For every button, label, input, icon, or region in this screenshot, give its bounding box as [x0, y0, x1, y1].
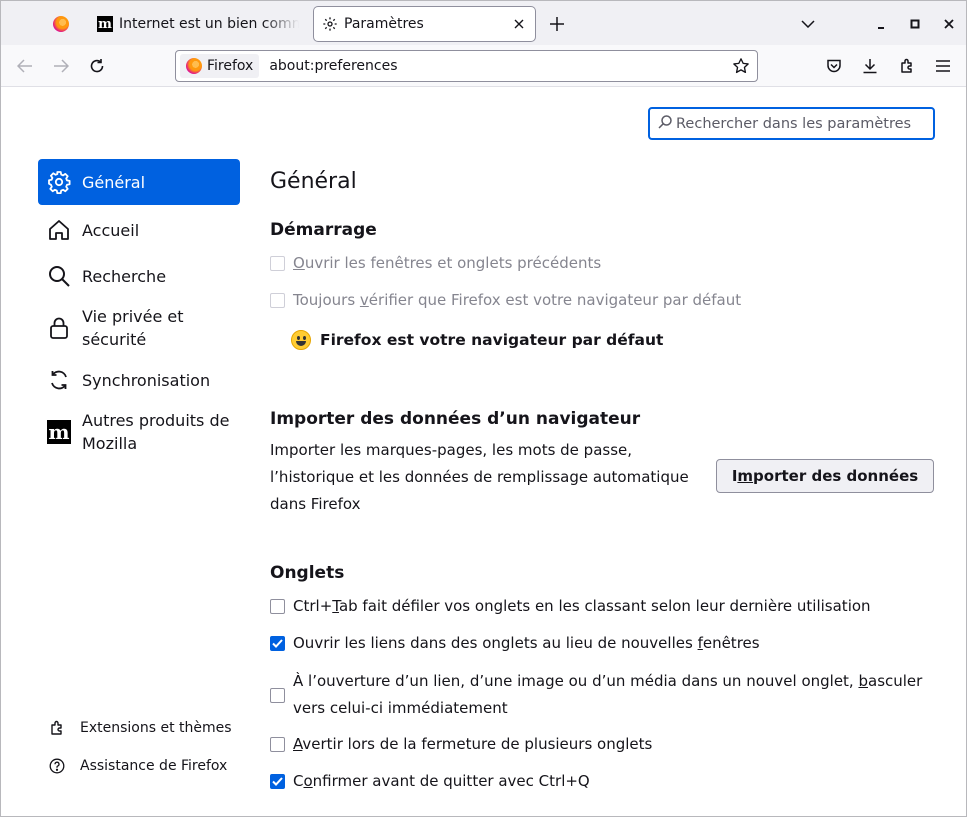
sidebar-item-label: Synchronisation [82, 370, 211, 390]
search-icon [46, 263, 72, 289]
sync-icon [46, 367, 72, 393]
check-default-checkbox-row[interactable]: Toujours vérifier que Firefox est votre … [270, 291, 741, 309]
identity-label: Firefox [207, 58, 254, 74]
tab-title: Internet est un bien commun [119, 16, 299, 32]
warn-close-checkbox[interactable] [270, 736, 285, 752]
default-browser-status: Firefox est votre navigateur par défaut [291, 330, 663, 350]
sidebar-item-label: Recherche [82, 266, 167, 286]
tab-settings[interactable]: Paramètres [314, 7, 535, 41]
search-icon [658, 114, 672, 133]
sidebar-item-label: Accueil [82, 220, 140, 240]
open-links-checkbox[interactable] [270, 635, 285, 651]
extensions-icon [48, 719, 66, 737]
firefox-icon [186, 58, 202, 74]
restore-session-checkbox[interactable] [270, 255, 285, 271]
sidebar-item-label: sécurité [82, 330, 147, 349]
url-bar[interactable]: Firefox about:preferences [175, 50, 758, 82]
warn-close-label: Avertir lors de la fermeture de plusieur… [293, 735, 653, 753]
open-links-label: Ouvrir les liens dans des onglets au lie… [293, 634, 760, 652]
default-browser-text: Firefox est votre navigateur par défaut [320, 331, 664, 349]
maximize-button[interactable] [902, 11, 928, 37]
forward-button[interactable] [47, 52, 75, 80]
ctrl-tab-checkbox-row[interactable]: Ctrl+Tab fait défiler vos onglets en les… [270, 597, 871, 615]
smiley-icon [291, 330, 311, 350]
gear-icon [322, 16, 338, 32]
download-icon[interactable] [856, 52, 884, 80]
sidebar-item-privacy[interactable]: Vie privée et sécurité [38, 299, 240, 357]
tab-strip: m Internet est un bien commun Paramètres [1, 1, 966, 45]
url-text[interactable]: about:preferences [269, 58, 729, 74]
warn-close-checkbox-row[interactable]: Avertir lors de la fermeture de plusieur… [270, 735, 652, 753]
star-icon[interactable] [729, 54, 753, 78]
home-icon [46, 217, 72, 243]
firefox-icon [53, 16, 69, 32]
tabs-heading: Onglets [270, 563, 345, 583]
sidebar-item-label: Vie privée et [82, 307, 184, 326]
check-default-checkbox[interactable] [270, 292, 285, 308]
reload-button[interactable] [83, 52, 111, 80]
category-sidebar: Général Accueil Recherche Vie privée et … [38, 159, 240, 461]
sidebar-item-label: Autres produits de [82, 411, 230, 430]
extensions-themes-label: Extensions et thèmes [80, 720, 232, 736]
switch-to-tab-checkbox[interactable] [270, 687, 285, 703]
restore-session-checkbox-row[interactable]: Ouvrir les fenêtres et onglets précédent… [270, 254, 601, 272]
import-description: Importer les marques-pages, les mots de … [270, 441, 689, 513]
switch-to-tab-label: À l’ouverture d’un lien, d’une image ou … [293, 672, 923, 717]
sidebar-footer: Extensions et thèmes Assistance de Firef… [48, 709, 248, 785]
sidebar-item-home[interactable]: Accueil [38, 207, 240, 253]
hamburger-menu-icon[interactable] [929, 52, 957, 80]
ctrl-tab-label: Ctrl+Tab fait défiler vos onglets en les… [293, 597, 871, 615]
tab-internet[interactable]: m Internet est un bien commun [91, 7, 307, 41]
settings-search[interactable] [648, 107, 935, 140]
window-close-button[interactable] [936, 11, 962, 37]
new-tab-button[interactable] [544, 11, 570, 37]
sidebar-item-search[interactable]: Recherche [38, 253, 240, 299]
startup-heading: Démarrage [270, 220, 377, 240]
close-icon[interactable] [507, 12, 531, 36]
confirm-quit-checkbox[interactable] [270, 773, 285, 789]
nav-bar: Firefox about:preferences [1, 45, 966, 87]
sidebar-item-label: Mozilla [82, 434, 138, 453]
sidebar-item-mozilla-products[interactable]: m Autres produits de Mozilla [38, 403, 240, 461]
help-icon [48, 757, 66, 775]
ctrl-tab-checkbox[interactable] [270, 598, 285, 614]
sidebar-item-general[interactable]: Général [38, 159, 240, 205]
import-heading: Importer des données d’un navigateur [270, 409, 641, 429]
switch-to-tab-checkbox-row[interactable]: À l’ouverture d’un lien, d’une image ou … [270, 668, 953, 722]
open-links-checkbox-row[interactable]: Ouvrir les liens dans des onglets au lie… [270, 634, 760, 652]
sidebar-item-label: Général [82, 172, 146, 192]
gear-icon [46, 169, 72, 195]
identity-box[interactable]: Firefox [180, 54, 260, 78]
mozilla-m-icon: m [97, 16, 113, 32]
confirm-quit-checkbox-row[interactable]: Confirmer avant de quitter avec Ctrl+Q [270, 772, 590, 790]
page-title: Général [270, 169, 357, 194]
firefox-support-label: Assistance de Firefox [80, 758, 228, 774]
firefox-support-link[interactable]: Assistance de Firefox [48, 747, 248, 785]
mozilla-m-icon: m [47, 420, 71, 444]
back-button[interactable] [11, 52, 39, 80]
extensions-icon[interactable] [893, 52, 921, 80]
confirm-quit-label: Confirmer avant de quitter avec Ctrl+Q [293, 772, 590, 790]
minimize-button[interactable] [868, 11, 894, 37]
chevron-down-icon[interactable] [795, 11, 821, 37]
tab-pinned-firefox[interactable] [45, 7, 77, 41]
lock-icon [46, 315, 72, 341]
pocket-icon[interactable] [820, 52, 848, 80]
sidebar-item-sync[interactable]: Synchronisation [38, 357, 240, 403]
tab-title: Paramètres [344, 16, 424, 32]
restore-session-label: Ouvrir les fenêtres et onglets précédent… [293, 254, 602, 272]
extensions-themes-link[interactable]: Extensions et thèmes [48, 709, 248, 747]
search-input[interactable] [676, 115, 926, 132]
check-default-label: Toujours vérifier que Firefox est votre … [293, 291, 742, 309]
import-data-button[interactable]: Importer des données [716, 459, 934, 493]
